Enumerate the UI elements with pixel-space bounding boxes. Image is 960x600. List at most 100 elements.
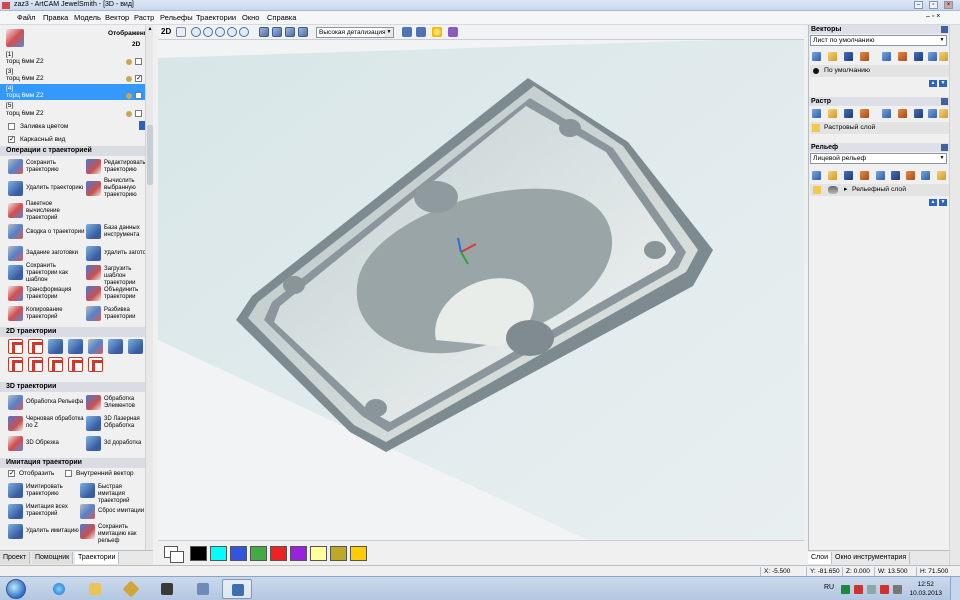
color-swatch[interactable] [330, 546, 347, 561]
load-template-icon[interactable] [86, 265, 101, 280]
feature-machining-3d-icon[interactable] [86, 395, 101, 410]
tool-database-button[interactable]: База данных инструмента [104, 225, 146, 239]
front-view-icon[interactable] [285, 27, 295, 37]
open-relief-icon[interactable] [828, 171, 837, 180]
lightbulb-icon[interactable] [939, 52, 948, 61]
delete-layer-icon[interactable] [928, 52, 937, 61]
3d-rest-machining-button[interactable]: 3d доработка [104, 440, 141, 447]
foreground-color-swatch[interactable] [170, 551, 184, 563]
calc-toolpath-button[interactable]: Вычислить выбранную траекторию [104, 178, 146, 199]
nav-down-icon[interactable]: ▼ [939, 80, 947, 87]
close-button[interactable]: × [944, 1, 953, 9]
relief-type-select[interactable]: Лицевой рельеф ▼ [810, 153, 947, 164]
edit-toolpath-icon[interactable] [86, 159, 101, 174]
open-layer-icon[interactable] [828, 52, 837, 61]
v-carve-icon[interactable] [68, 339, 83, 354]
clock[interactable]: 12:52 10.03.2013 [909, 580, 942, 598]
raster-up-icon[interactable] [882, 109, 891, 118]
laser-machining-icon[interactable] [86, 416, 101, 431]
edit-toolpath-button[interactable]: Редактировать траекторию [104, 160, 146, 174]
color-swatch[interactable] [190, 546, 207, 561]
transform-toolpath-button[interactable]: Трансформация траектории [26, 287, 82, 301]
tray-alert-icon[interactable] [880, 585, 889, 594]
new-relief-layer-icon[interactable] [812, 171, 821, 180]
nav-up-icon[interactable]: ▲ [929, 199, 937, 206]
tab-project[interactable]: Проект [0, 552, 31, 564]
nav-up-icon[interactable]: ▲ [929, 80, 937, 87]
merge-raster-icon[interactable] [860, 109, 869, 118]
toolpath-item[interactable]: торц 6мм Z2 [6, 92, 44, 99]
3d-scene[interactable] [158, 40, 804, 540]
start-button[interactable] [6, 579, 26, 599]
z-roughing-button[interactable]: Черновая обработка по Z [26, 416, 86, 430]
spin-icon[interactable] [128, 339, 143, 354]
menu-file[interactable]: Файл [17, 13, 35, 22]
3d-trim-button[interactable]: 3D Обрезка [26, 440, 59, 447]
new-raster-layer-icon[interactable] [812, 109, 821, 118]
feature-machining-icon[interactable] [28, 357, 43, 372]
2d-view-button[interactable]: 2D [161, 27, 171, 36]
profile-2d-icon[interactable] [8, 339, 23, 354]
transform-toolpath-icon[interactable] [8, 286, 23, 301]
merge-toolpaths-button[interactable]: Объединить траектории [104, 287, 146, 301]
raster-props-icon[interactable] [914, 109, 923, 118]
scroll-up-icon[interactable]: ▴ [146, 25, 154, 33]
toolpath-item[interactable]: торц 6мм Z2 [6, 75, 44, 82]
material-icon[interactable] [448, 27, 458, 37]
layer-down-icon[interactable] [898, 52, 907, 61]
color-swatch[interactable] [210, 546, 227, 561]
lightbulb-icon[interactable] [939, 109, 948, 118]
toolpath-summary-icon[interactable] [8, 224, 23, 239]
feature-machining-3d-button[interactable]: Обработка Элементов [104, 396, 146, 410]
merge-layer-icon[interactable] [860, 52, 869, 61]
drill-icon[interactable] [48, 339, 63, 354]
layer-up-icon[interactable] [882, 52, 891, 61]
tray-antivirus-icon[interactable] [854, 585, 863, 594]
3d-rest-machining-icon[interactable] [86, 436, 101, 451]
embossing-icon[interactable] [88, 357, 103, 372]
pan-icon[interactable] [176, 27, 186, 37]
color-swatch[interactable] [310, 546, 327, 561]
detail-level-select[interactable]: Высокая детализация ▼ [316, 27, 394, 38]
delete-simulation-button[interactable]: Удалить имитацию [26, 528, 79, 535]
menu-raster[interactable]: Растр [134, 13, 154, 22]
raster-down-icon[interactable] [898, 109, 907, 118]
fast-simulation-button[interactable]: Быстрая имитация траекторий [98, 484, 146, 505]
copy-toolpaths-icon[interactable] [8, 306, 23, 321]
fast-simulation-icon[interactable] [80, 483, 95, 498]
color-swatch[interactable] [350, 546, 367, 561]
pin-icon[interactable] [941, 144, 948, 151]
side-view-icon[interactable] [298, 27, 308, 37]
light-position-icon[interactable] [416, 27, 426, 37]
lightbulb-icon[interactable] [937, 171, 946, 180]
toolpath-visible-checkbox[interactable] [135, 92, 142, 99]
tab-layers[interactable]: Слои [808, 552, 833, 564]
laser-machining-button[interactable]: 3D Лазерная Обработка [104, 416, 146, 430]
display-mode[interactable]: 2D [132, 41, 140, 48]
fill-color-checkbox[interactable] [8, 123, 15, 130]
copy-toolpaths-button[interactable]: Копирование траекторий [26, 307, 82, 321]
bevel-icon[interactable] [88, 339, 103, 354]
taskbar-explorer[interactable] [80, 579, 110, 599]
menu-toolpaths[interactable]: Траектории [196, 13, 236, 22]
toolpath-item[interactable]: торц 6мм Z2 [6, 58, 44, 65]
fluting-icon[interactable] [68, 357, 83, 372]
save-toolpath-button[interactable]: Сохранить траекторию [26, 160, 82, 174]
show-desktop-button[interactable] [950, 577, 960, 600]
3d-viewport[interactable] [158, 40, 804, 540]
open-raster-icon[interactable] [828, 109, 837, 118]
area-clearance-icon[interactable] [28, 339, 43, 354]
set-block-icon[interactable] [8, 246, 23, 261]
tray-network-icon[interactable] [867, 585, 876, 594]
inner-vector-checkbox[interactable] [65, 470, 72, 477]
batch-calc-icon[interactable] [8, 203, 23, 218]
toolpath-item[interactable]: торц 6мм Z2 [6, 110, 44, 117]
taskbar-app-media[interactable] [152, 579, 182, 599]
vectors-sheet-select[interactable]: Лист по умолчанию ▼ [810, 35, 947, 46]
delete-simulation-icon[interactable] [8, 524, 23, 539]
volume-icon[interactable] [893, 585, 902, 594]
save-template-icon[interactable] [8, 265, 23, 280]
color-swatch[interactable] [290, 546, 307, 561]
left-panel-scrollbar[interactable]: ▴ ▾ [145, 25, 153, 565]
scroll-thumb[interactable] [147, 125, 153, 185]
